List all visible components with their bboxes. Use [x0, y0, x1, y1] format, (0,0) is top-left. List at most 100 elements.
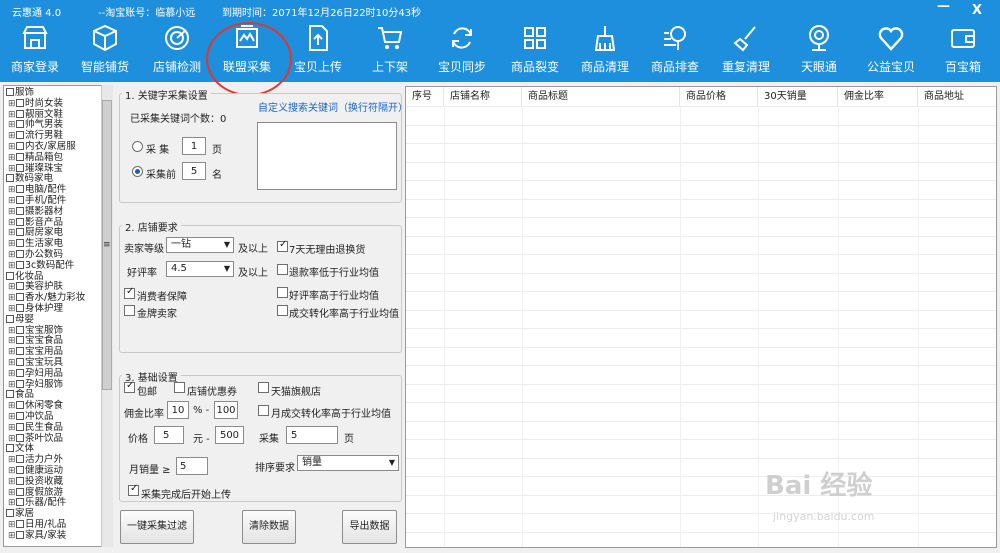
tree-checkbox[interactable]: [16, 282, 24, 291]
tree-category-item[interactable]: 数码家电: [6, 173, 53, 184]
coupon-checkbox[interactable]: [174, 382, 185, 393]
tree-child-item[interactable]: ⊞ 家具/家装: [8, 530, 66, 541]
tree-child-item[interactable]: ⊞ 美容护肤: [8, 281, 63, 292]
tree-checkbox[interactable]: [6, 314, 14, 323]
tree-child-item[interactable]: ⊞ 宝宝服饰: [8, 325, 63, 336]
collect-input[interactable]: 5: [286, 426, 338, 444]
tree-checkbox[interactable]: [16, 336, 24, 345]
toolbar-button[interactable]: 公益宝贝: [856, 20, 926, 82]
tree-child-item[interactable]: ⊞ 帅气男装: [8, 119, 63, 130]
tree-checkbox[interactable]: [16, 433, 24, 442]
toolbar-button[interactable]: 宝贝同步: [427, 20, 497, 82]
tree-child-item[interactable]: ⊞ 3c数码配件: [8, 260, 74, 271]
tmall-checkbox[interactable]: [258, 382, 269, 393]
tree-child-item[interactable]: ⊞ 宝宝食品: [8, 335, 63, 346]
tree-checkbox[interactable]: [16, 368, 24, 377]
tree-checkbox[interactable]: [16, 412, 24, 420]
keyword-textarea[interactable]: [257, 122, 397, 190]
toolbar-button[interactable]: 百宝箱: [928, 20, 998, 82]
tree-checkbox[interactable]: [16, 260, 24, 269]
tree-child-item[interactable]: ⊞ 孕妇用品: [8, 368, 63, 379]
toolbar-button[interactable]: 重复清理: [711, 20, 781, 82]
sort-select[interactable]: 销量 ▼: [297, 455, 399, 471]
tree-checkbox[interactable]: [16, 530, 24, 539]
tree-checkbox[interactable]: [6, 88, 14, 96]
toolbar-button[interactable]: 智能铺货: [70, 20, 140, 82]
tree-child-item[interactable]: ⊞ 茶叶饮品: [8, 433, 63, 444]
tree-category-item[interactable]: 家居: [6, 508, 34, 519]
tree-checkbox[interactable]: [6, 444, 14, 453]
column-header[interactable]: 30天销量: [758, 87, 838, 106]
tree-checkbox[interactable]: [16, 455, 24, 464]
consumer-protect-checkbox[interactable]: [124, 286, 135, 299]
collect-pages-radio[interactable]: [132, 141, 143, 152]
tree-child-item[interactable]: ⊞ 办公数码: [8, 249, 63, 260]
toolbar-button[interactable]: 商品清理: [570, 20, 640, 82]
toolbar-button[interactable]: 店铺检测: [142, 20, 212, 82]
tree-child-item[interactable]: ⊞ 靓丽文鞋: [8, 109, 63, 120]
tree-child-item[interactable]: ⊞ 手机/配件: [8, 195, 66, 206]
commission-to-input[interactable]: 100: [214, 401, 238, 419]
tree-child-item[interactable]: ⊞ 流行男鞋: [8, 130, 63, 141]
tree-checkbox[interactable]: [16, 487, 24, 496]
collect-top-radio[interactable]: [132, 166, 143, 177]
free-ship-checkbox[interactable]: [124, 380, 135, 393]
tree-child-item[interactable]: ⊞ 电脑/配件: [8, 184, 66, 195]
tree-child-item[interactable]: ⊞ 健康运动: [8, 465, 63, 476]
tree-category-item[interactable]: 文体: [6, 443, 34, 454]
tree-checkbox[interactable]: [16, 196, 24, 204]
toolbar-button[interactable]: 商品裂变: [500, 20, 570, 82]
tree-checkbox[interactable]: [16, 347, 24, 356]
custom-keyword-link[interactable]: 自定义搜索关键词（换行符隔开）: [258, 99, 408, 114]
tree-checkbox[interactable]: [6, 509, 14, 518]
expand-plus-icon[interactable]: ⊞: [8, 531, 16, 542]
tree-checkbox[interactable]: [16, 142, 24, 150]
tree-child-item[interactable]: ⊞ 投资收藏: [8, 476, 63, 487]
tree-child-item[interactable]: ⊞ 冲饮品: [8, 411, 54, 422]
tree-checkbox[interactable]: [16, 250, 24, 258]
tree-checkbox[interactable]: [16, 476, 24, 485]
tree-checkbox[interactable]: [16, 466, 24, 474]
tree-checkbox[interactable]: [16, 304, 24, 312]
one-click-collect-button[interactable]: 一键采集过滤: [120, 510, 194, 544]
tree-category-item[interactable]: 服饰: [6, 87, 34, 98]
tree-child-item[interactable]: ⊞ 影音产品: [8, 217, 63, 228]
seller-level-select[interactable]: 一钻 ▼: [166, 237, 234, 253]
monthly-conv-checkbox[interactable]: [258, 405, 269, 416]
gold-seller-checkbox[interactable]: [124, 305, 135, 316]
tree-checkbox[interactable]: [16, 217, 24, 226]
tree-checkbox[interactable]: [16, 422, 24, 431]
rating-select[interactable]: 4.5 ▼: [166, 261, 234, 277]
tree-checkbox[interactable]: [16, 520, 24, 528]
clear-data-button[interactable]: 清除数据: [242, 510, 296, 544]
praise-rate-checkbox[interactable]: [277, 287, 288, 298]
tree-child-item[interactable]: ⊞ 民生食品: [8, 422, 63, 433]
toolbar-button[interactable]: 商家登录: [0, 20, 70, 82]
tree-checkbox[interactable]: [16, 109, 24, 118]
price-from-input[interactable]: 5: [154, 426, 184, 444]
collect-pages-input[interactable]: 1: [182, 137, 206, 155]
tree-child-item[interactable]: ⊞ 厨房家电: [8, 227, 63, 238]
conv-rate-checkbox[interactable]: [277, 305, 288, 316]
refund-rate-checkbox[interactable]: [277, 264, 288, 275]
tree-child-item[interactable]: ⊞ 时尚女装: [8, 98, 63, 109]
column-header[interactable]: 佣金比率: [838, 87, 918, 106]
tree-child-item[interactable]: ⊞ 生活家电: [8, 238, 63, 249]
tree-checkbox[interactable]: [16, 401, 24, 410]
tree-checkbox[interactable]: [6, 390, 14, 399]
tree-checkbox[interactable]: [16, 131, 24, 140]
tree-child-item[interactable]: ⊞ 宝宝玩具: [8, 357, 63, 368]
column-header[interactable]: 商品标题: [522, 87, 680, 106]
monthly-sales-input[interactable]: 5: [176, 457, 208, 475]
tree-checkbox[interactable]: [16, 325, 24, 334]
close-button[interactable]: X: [972, 4, 982, 18]
tree-child-item[interactable]: ⊞ 乐器/配件: [8, 497, 66, 508]
category-tree[interactable]: 服饰 ⊞ 时尚女装 ⊞ 靓丽文鞋 ⊞ 帅气男装 ⊞ 流行男鞋 ⊞ 内衣/家居服 ⊞ 精品箱包 ⊞ 璀璨珠宝数…: [3, 85, 113, 547]
tree-checkbox[interactable]: [16, 120, 24, 129]
results-table[interactable]: 序号 店铺名称 商品标题 商品价格 30天销量 佣金比率 商品地址: [405, 86, 997, 548]
tree-checkbox[interactable]: [16, 163, 24, 172]
commission-from-input[interactable]: 10: [167, 401, 189, 419]
tree-child-item[interactable]: ⊞ 休闲零食: [8, 400, 63, 411]
toolbar-button[interactable]: 天眼通: [784, 20, 854, 82]
toolbar-button[interactable]: 商品排查: [640, 20, 710, 82]
